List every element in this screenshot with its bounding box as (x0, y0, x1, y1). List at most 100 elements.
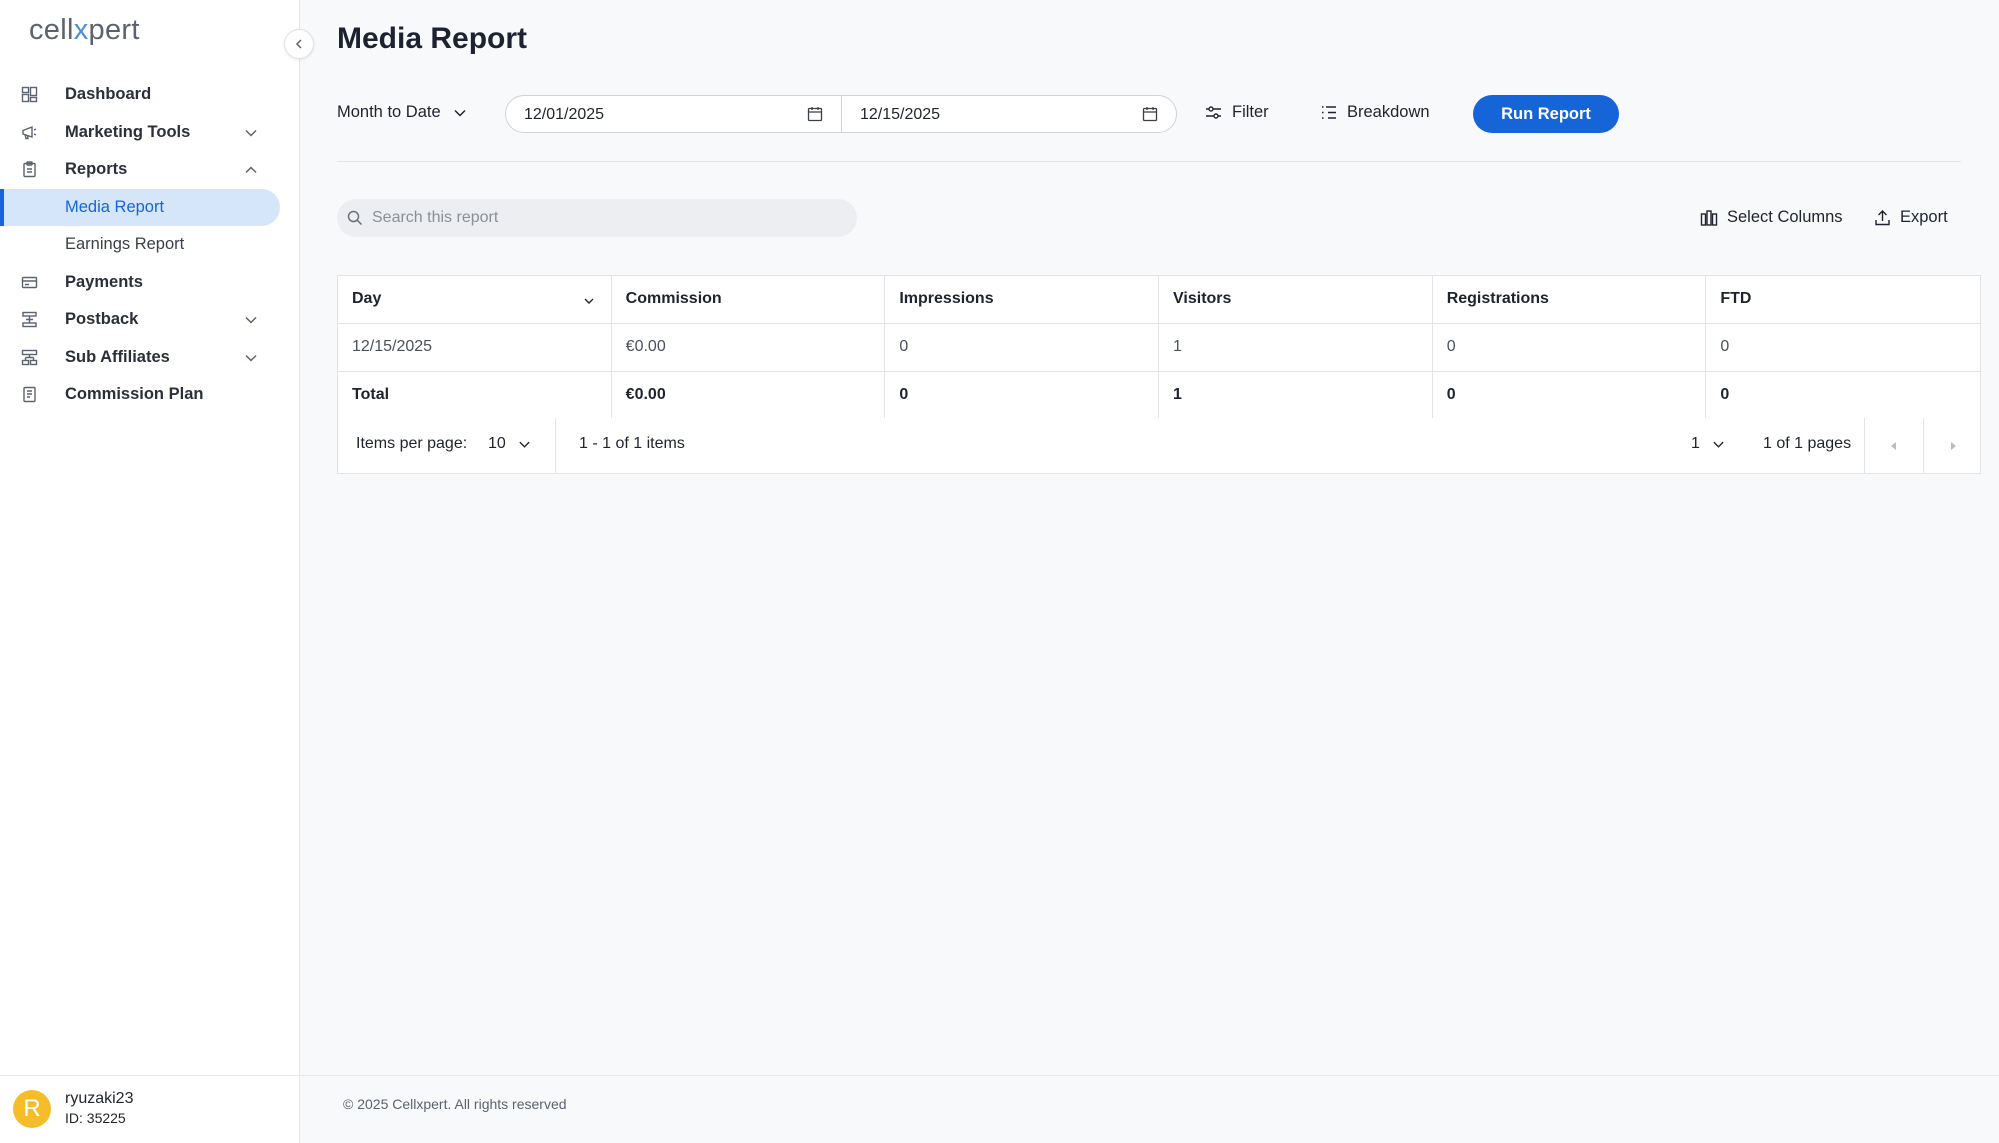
filter-button[interactable]: Filter (1205, 103, 1269, 122)
column-header-day[interactable]: Day (338, 276, 612, 323)
column-header-registrations[interactable]: Registrations (1433, 276, 1707, 323)
caret-right-icon (1951, 442, 1956, 450)
table-header: Day Commission Impressions Visitors Regi… (338, 276, 1980, 324)
export-button[interactable]: Export (1874, 208, 1948, 227)
footer: © 2025 Cellxpert. All rights reserved (300, 1075, 1999, 1143)
table-cell: 0 (885, 324, 1160, 371)
upload-icon (1875, 210, 1890, 226)
date-to-field[interactable]: 12/15/2025 (841, 96, 1176, 132)
column-header-commission[interactable]: Commission (612, 276, 886, 323)
items-per-page-select[interactable]: 10 (488, 435, 531, 453)
column-header-ftd[interactable]: FTD (1706, 276, 1980, 323)
dashboard-icon (21, 86, 38, 103)
table-cell: 1 (1159, 371, 1433, 418)
clipboard-icon (23, 161, 36, 178)
date-range-label: Month to Date (337, 103, 441, 121)
chevron-down-icon (454, 109, 466, 117)
run-report-button[interactable]: Run Report (1473, 95, 1619, 133)
previous-page-button[interactable] (1865, 418, 1923, 474)
report-toolbar: Month to Date 12/01/2025 12/15/2025 Filt… (337, 95, 1961, 133)
page-select[interactable]: 1 (1691, 435, 1725, 453)
calendar-icon[interactable] (807, 106, 823, 122)
date-from-field[interactable]: 12/01/2025 (506, 96, 841, 132)
list-icon (1322, 106, 1336, 119)
user-profile[interactable]: R ryuzaki23 ID: 35225 (0, 1075, 300, 1143)
copyright-text: © 2025 Cellxpert. All rights reserved (343, 1096, 567, 1112)
date-to-value: 12/15/2025 (860, 106, 941, 123)
pages-count: 1 of 1 pages (1763, 435, 1852, 452)
sidebar-nav: Dashboard Marketing Tools Reports Media … (0, 76, 300, 414)
sidebar: cellxpert Dashboard Marketing Tools Repo… (0, 0, 300, 1143)
report-table: Day Commission Impressions Visitors Regi… (337, 275, 1981, 419)
table-row: 12/15/2025 €0.00 0 1 0 0 (338, 324, 1980, 372)
select-columns-label: Select Columns (1727, 208, 1843, 226)
sort-down-icon[interactable] (583, 295, 595, 307)
divider (555, 418, 556, 474)
sidebar-item-postback[interactable]: Postback (0, 301, 300, 339)
sidebar-item-label: Payments (65, 272, 143, 291)
sidebar-item-label: Dashboard (65, 85, 152, 104)
chevron-down-icon (245, 129, 257, 137)
pagination: Items per page: 10 1 - 1 of 1 items 1 1 … (337, 418, 1981, 474)
user-id: ID: 35225 (65, 1110, 126, 1126)
items-per-page-label: Items per page: (356, 435, 468, 452)
sub-affiliates-icon (21, 349, 38, 365)
select-columns-button[interactable]: Select Columns (1700, 208, 1843, 227)
sidebar-item-label: Reports (65, 160, 128, 179)
avatar: R (13, 1090, 51, 1128)
columns-icon (1700, 209, 1718, 226)
table-cell: 0 (1720, 338, 1730, 355)
date-range-select[interactable]: Month to Date (337, 103, 467, 122)
report-search (337, 199, 857, 237)
breakdown-button[interactable]: Breakdown (1320, 103, 1430, 122)
table-cell: Total (338, 371, 612, 418)
search-input[interactable] (372, 199, 842, 237)
chevron-left-icon (295, 39, 302, 49)
export-label: Export (1900, 208, 1948, 226)
chevron-down-icon (245, 354, 257, 362)
megaphone-icon (22, 125, 37, 139)
card-icon (21, 276, 38, 288)
sidebar-item-marketing-tools[interactable]: Marketing Tools (0, 114, 300, 152)
sidebar-item-label: Commission Plan (65, 385, 204, 404)
sidebar-item-media-report[interactable]: Media Report (0, 188, 300, 227)
items-count: 1 - 1 of 1 items (579, 435, 685, 452)
sidebar-item-earnings-report[interactable]: Earnings Report (0, 226, 300, 264)
table-cell: €0.00 (612, 324, 886, 371)
page-title: Media Report (337, 22, 528, 55)
column-header-visitors[interactable]: Visitors (1159, 276, 1433, 323)
postback-icon (22, 311, 37, 328)
table-cell: €0.00 (612, 371, 886, 418)
caret-left-icon (1891, 442, 1896, 450)
user-name: ryuzaki23 (65, 1090, 134, 1107)
sidebar-item-label: Earnings Report (65, 235, 185, 253)
sidebar-item-label: Media Report (65, 197, 165, 216)
document-icon (23, 386, 36, 403)
search-icon (347, 210, 363, 226)
sidebar-item-dashboard[interactable]: Dashboard (0, 76, 300, 114)
sidebar-item-label: Marketing Tools (65, 122, 191, 141)
sidebar-item-sub-affiliates[interactable]: Sub Affiliates (0, 339, 300, 377)
table-cell: 0 (1433, 324, 1707, 371)
sidebar-item-commission-plan[interactable]: Commission Plan (0, 376, 300, 414)
breakdown-label: Breakdown (1347, 103, 1430, 121)
calendar-icon[interactable] (1142, 106, 1158, 122)
chevron-up-icon (245, 166, 257, 174)
sidebar-item-payments[interactable]: Payments (0, 264, 300, 302)
table-cell: 0 (1433, 371, 1707, 418)
sidebar-item-reports[interactable]: Reports (0, 151, 300, 189)
column-header-impressions[interactable]: Impressions (885, 276, 1160, 323)
chevron-down-icon (519, 441, 530, 448)
divider (337, 161, 1961, 162)
next-page-button[interactable] (1924, 418, 1982, 474)
filter-label: Filter (1232, 103, 1269, 121)
collapse-sidebar-button[interactable] (284, 29, 314, 59)
table-cell: 0 (885, 371, 1160, 418)
sidebar-item-label: Sub Affiliates (65, 347, 170, 366)
table-cell: 0 (1720, 385, 1730, 403)
sidebar-item-label: Postback (65, 310, 139, 329)
app-logo[interactable]: cellxpert (29, 14, 140, 47)
table-cell: 12/15/2025 (338, 324, 612, 371)
date-picker: 12/01/2025 12/15/2025 (505, 95, 1177, 133)
table-total-row: Total €0.00 0 1 0 0 (338, 371, 1980, 418)
